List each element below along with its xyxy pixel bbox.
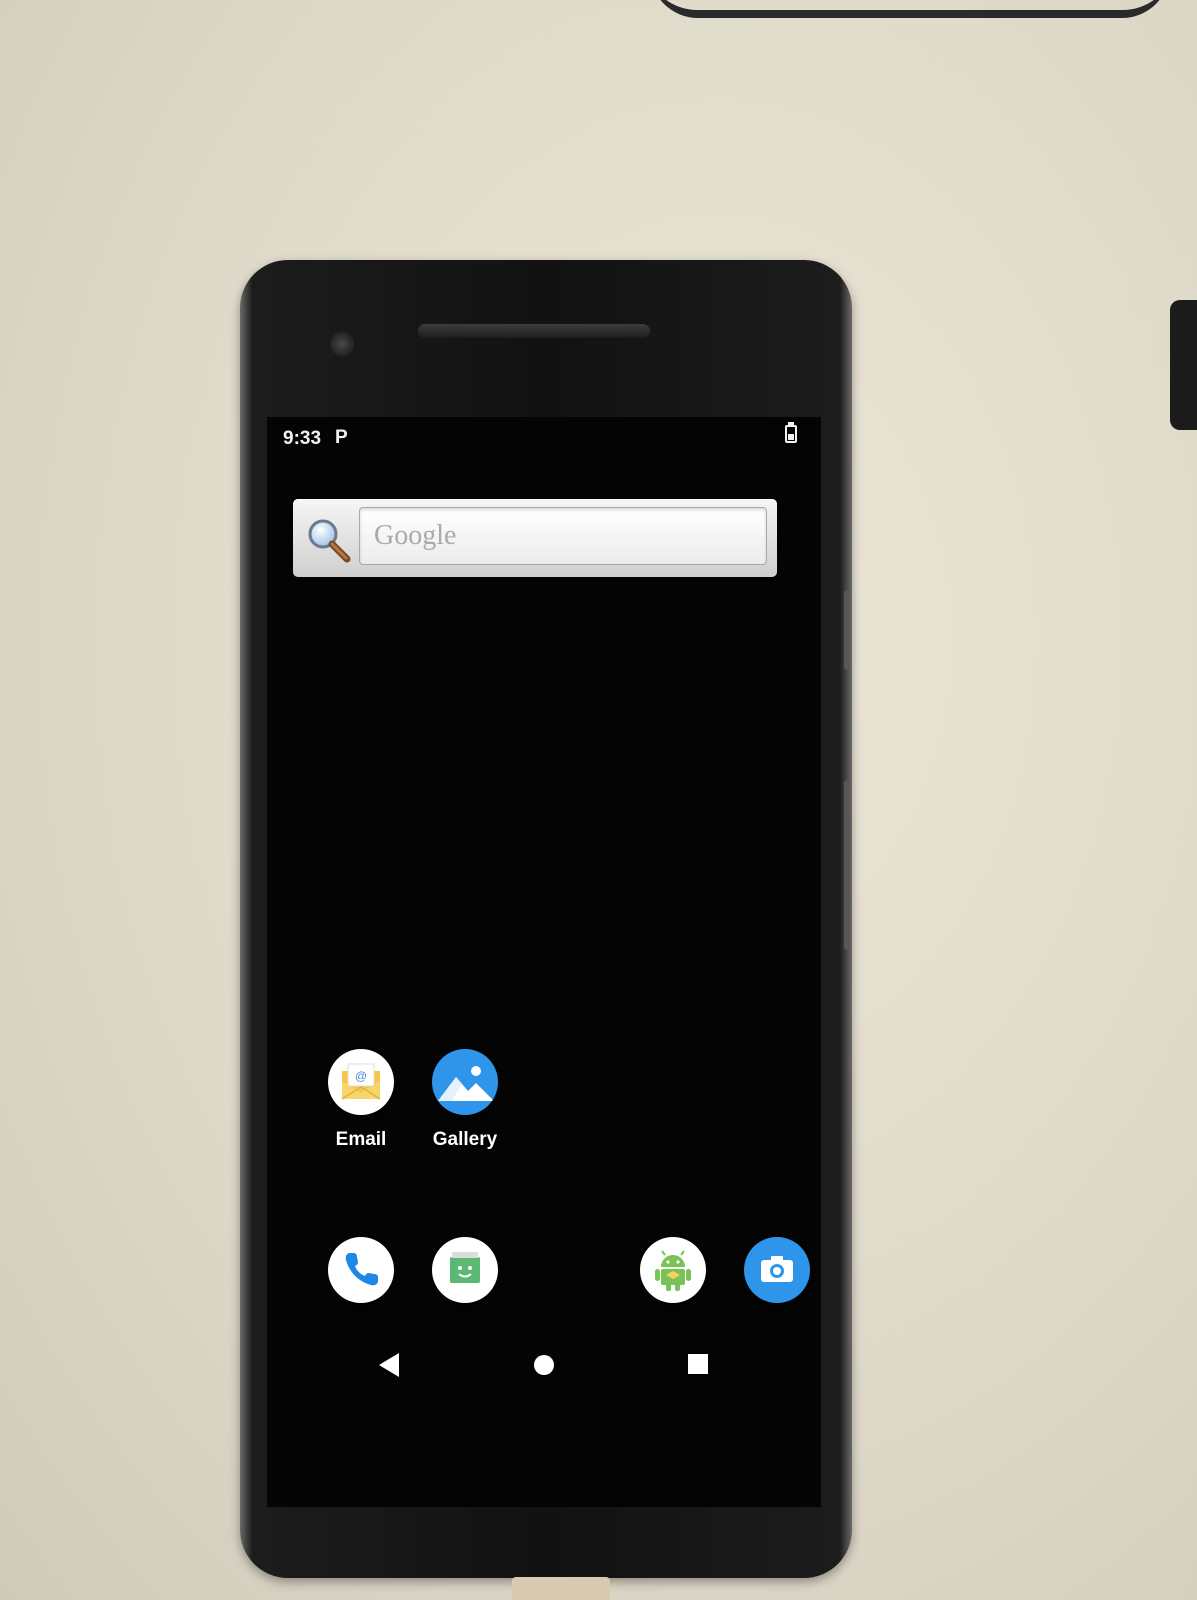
dock-android-app[interactable] (621, 1237, 725, 1303)
phone-icon[interactable] (328, 1237, 394, 1303)
android-app-icon[interactable] (640, 1237, 706, 1303)
background-object (1170, 300, 1197, 430)
front-camera (330, 332, 354, 356)
status-time: 9:33 (283, 428, 322, 449)
volume-button (844, 780, 850, 950)
app-gallery[interactable]: Gallery (413, 1049, 517, 1151)
magnifier-icon[interactable] (305, 517, 351, 563)
parking-notification-icon: P (335, 427, 348, 448)
battery-icon (785, 422, 797, 443)
back-icon[interactable] (377, 1351, 401, 1384)
usb-cable (512, 1577, 610, 1600)
svg-text:@: @ (355, 1069, 367, 1083)
background-cable (650, 0, 1170, 18)
camera-icon[interactable] (744, 1237, 810, 1303)
search-input[interactable]: Google (359, 507, 767, 565)
dock-phone[interactable] (309, 1237, 413, 1303)
google-search-widget[interactable]: Google (293, 499, 777, 577)
phone-device: 9:33 P Google @ Email Gallery (240, 260, 852, 1578)
recents-icon[interactable] (686, 1352, 710, 1381)
dock-camera[interactable] (725, 1237, 821, 1303)
messaging-icon[interactable] (432, 1237, 498, 1303)
gallery-icon[interactable] (432, 1049, 498, 1115)
app-label: Email (335, 1129, 387, 1150)
top-speaker (418, 324, 650, 338)
home-icon[interactable] (532, 1353, 556, 1382)
home-screen: 9:33 P Google @ Email Gallery (267, 417, 821, 1507)
dock-messaging[interactable] (413, 1237, 517, 1303)
app-label: Gallery (432, 1129, 498, 1150)
power-button (844, 590, 850, 670)
status-bar: 9:33 P (267, 417, 821, 457)
app-email[interactable]: @ Email (309, 1049, 413, 1151)
email-icon[interactable]: @ (328, 1049, 394, 1115)
